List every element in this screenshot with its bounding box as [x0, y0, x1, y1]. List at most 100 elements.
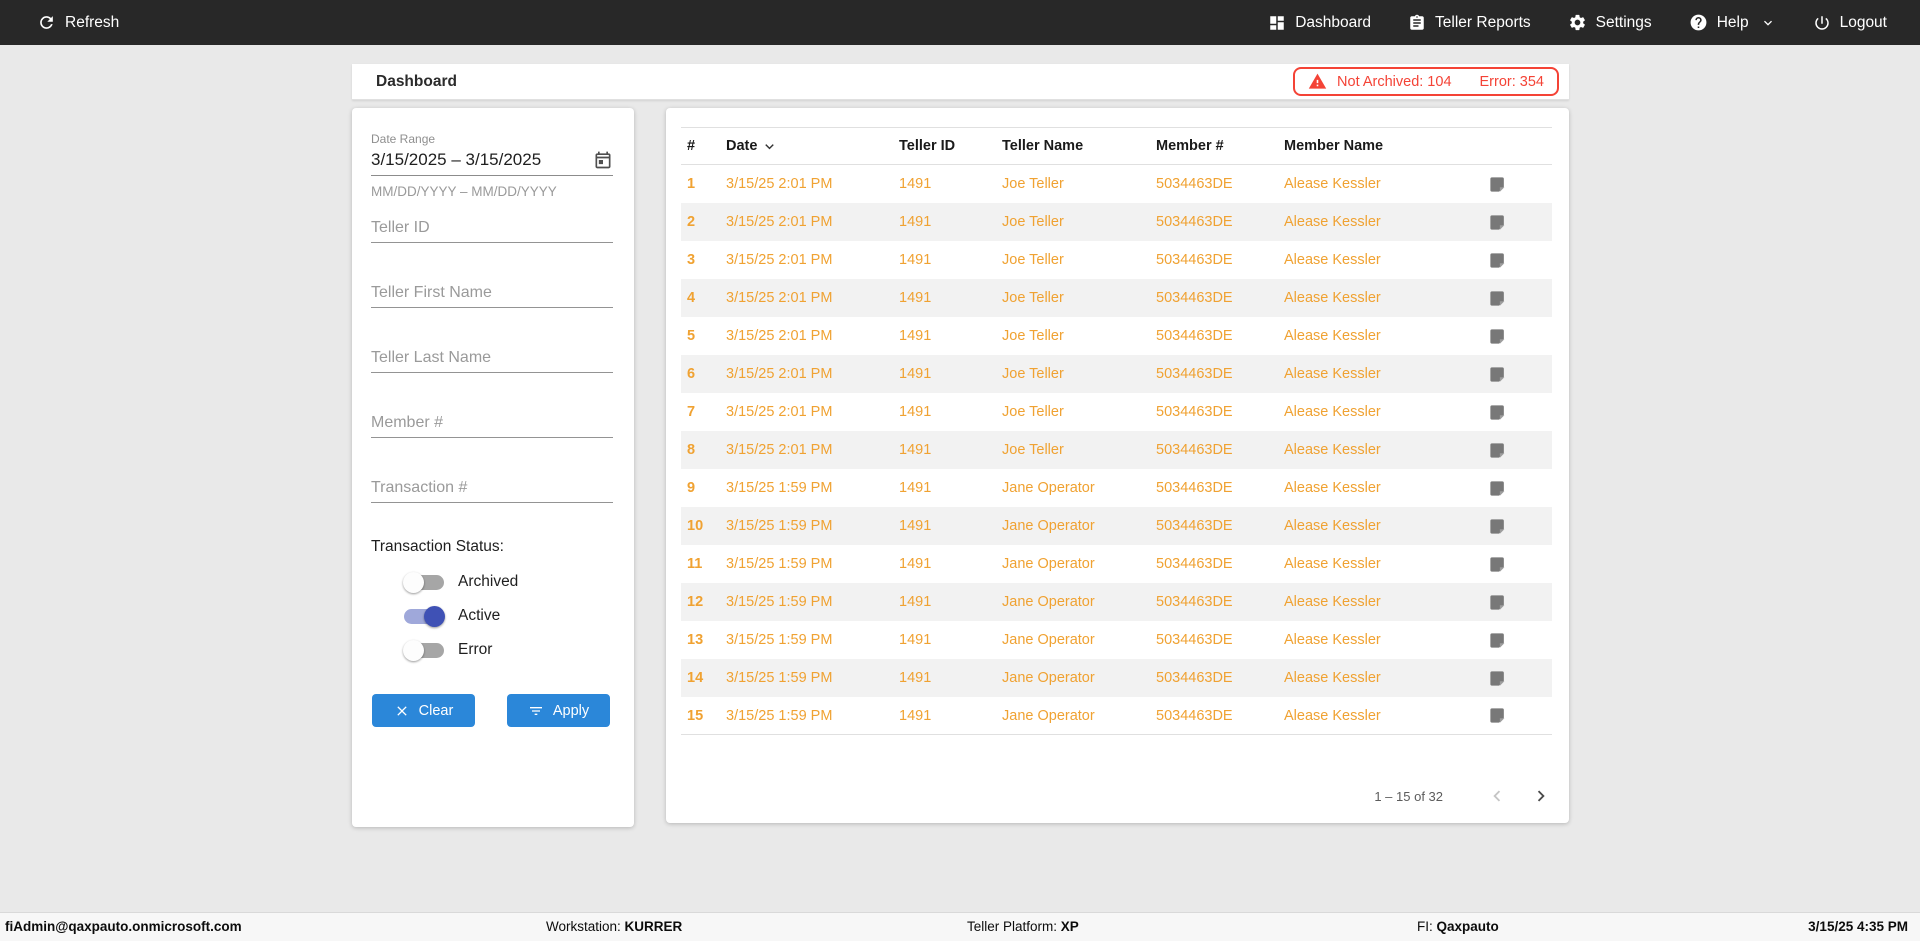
table-row[interactable]: 13 3/15/25 1:59 PM 1491 Jane Operator 50…: [681, 621, 1552, 659]
teller-id-field[interactable]: [371, 213, 613, 243]
error-toggle[interactable]: Error: [403, 637, 492, 663]
table-row[interactable]: 3 3/15/25 2:01 PM 1491 Joe Teller 503446…: [681, 241, 1552, 279]
row-teller-id: 1491: [899, 176, 932, 192]
note-icon[interactable]: [1488, 555, 1552, 574]
error-switch[interactable]: [403, 639, 444, 661]
clipboard-icon: [1408, 14, 1426, 32]
archived-switch[interactable]: [403, 571, 444, 593]
nav-item-settings[interactable]: Settings: [1568, 13, 1652, 32]
table-row[interactable]: 8 3/15/25 2:01 PM 1491 Joe Teller 503446…: [681, 431, 1552, 469]
row-member-name: Alease Kessler: [1284, 366, 1381, 382]
row-teller-name: Jane Operator: [1002, 632, 1095, 648]
pagination: 1 – 15 of 32: [1374, 783, 1553, 809]
row-member: 5034463DE: [1156, 594, 1233, 610]
row-teller-id: 1491: [899, 480, 932, 496]
row-number: 3: [687, 252, 696, 268]
row-number: 13: [687, 632, 704, 648]
row-date: 3/15/25 2:01 PM: [726, 328, 833, 344]
row-teller-id: 1491: [899, 518, 932, 534]
active-toggle[interactable]: Active: [404, 603, 500, 629]
row-number: 14: [687, 670, 704, 686]
teller-last-name-field[interactable]: [371, 343, 613, 373]
row-member-name: Alease Kessler: [1284, 404, 1381, 420]
note-icon[interactable]: [1488, 706, 1552, 725]
row-teller-name: Joe Teller: [1002, 366, 1064, 382]
note-icon[interactable]: [1488, 441, 1552, 460]
row-teller-id: 1491: [899, 670, 932, 686]
row-member: 5034463DE: [1156, 366, 1233, 382]
note-icon[interactable]: [1488, 403, 1552, 422]
row-member: 5034463DE: [1156, 176, 1233, 192]
note-icon[interactable]: [1488, 251, 1552, 270]
calendar-icon[interactable]: [593, 150, 613, 170]
table-row[interactable]: 2 3/15/25 2:01 PM 1491 Joe Teller 503446…: [681, 203, 1552, 241]
row-date: 3/15/25 2:01 PM: [726, 290, 833, 306]
column-header-num: #: [687, 138, 696, 154]
help-icon: [1689, 13, 1708, 32]
date-range-input[interactable]: [371, 150, 593, 170]
teller-first-name-field[interactable]: [371, 278, 613, 308]
row-teller-id: 1491: [899, 404, 932, 420]
nav-item-dashboard[interactable]: Dashboard: [1268, 14, 1371, 32]
row-teller-id: 1491: [899, 290, 932, 306]
table-row[interactable]: 1 3/15/25 2:01 PM 1491 Joe Teller 503446…: [681, 165, 1552, 203]
note-icon[interactable]: [1488, 669, 1552, 688]
table-row[interactable]: 9 3/15/25 1:59 PM 1491 Jane Operator 503…: [681, 469, 1552, 507]
row-number: 4: [687, 290, 696, 306]
row-member-name: Alease Kessler: [1284, 556, 1381, 572]
row-number: 8: [687, 442, 696, 458]
apply-button[interactable]: Apply: [507, 694, 610, 727]
row-teller-name: Joe Teller: [1002, 290, 1064, 306]
row-teller-name: Joe Teller: [1002, 252, 1064, 268]
page-title: Dashboard: [376, 72, 457, 90]
row-number: 1: [687, 176, 696, 192]
table-row[interactable]: 15 3/15/25 1:59 PM 1491 Jane Operator 50…: [681, 697, 1552, 735]
row-teller-name: Joe Teller: [1002, 442, 1064, 458]
previous-page-button[interactable]: [1485, 784, 1509, 808]
note-icon[interactable]: [1488, 479, 1552, 498]
table-row[interactable]: 12 3/15/25 1:59 PM 1491 Jane Operator 50…: [681, 583, 1552, 621]
next-page-button[interactable]: [1529, 784, 1553, 808]
transaction-number-field[interactable]: [371, 473, 613, 503]
row-member: 5034463DE: [1156, 214, 1233, 230]
table-row[interactable]: 5 3/15/25 2:01 PM 1491 Joe Teller 503446…: [681, 317, 1552, 355]
row-teller-id: 1491: [899, 328, 932, 344]
note-icon[interactable]: [1488, 289, 1552, 308]
note-icon[interactable]: [1488, 213, 1552, 232]
member-number-field[interactable]: [371, 408, 613, 438]
archived-toggle[interactable]: Archived: [403, 569, 518, 595]
row-number: 6: [687, 366, 696, 382]
row-teller-id: 1491: [899, 442, 932, 458]
nav-item-teller-reports[interactable]: Teller Reports: [1408, 14, 1531, 32]
note-icon[interactable]: [1488, 365, 1552, 384]
page-header: Dashboard Not Archived: 104 Error: 354: [352, 64, 1569, 100]
pagination-range: 1 – 15 of 32: [1374, 788, 1443, 804]
row-member-name: Alease Kessler: [1284, 252, 1381, 268]
table-row[interactable]: 7 3/15/25 2:01 PM 1491 Joe Teller 503446…: [681, 393, 1552, 431]
filter-panel: Date Range MM/DD/YYYY – MM/DD/YYYY Trans…: [352, 108, 634, 827]
table-row[interactable]: 10 3/15/25 1:59 PM 1491 Jane Operator 50…: [681, 507, 1552, 545]
active-switch[interactable]: [404, 605, 445, 627]
note-icon[interactable]: [1488, 593, 1552, 612]
row-date: 3/15/25 1:59 PM: [726, 632, 833, 648]
nav-item-help[interactable]: Help: [1689, 13, 1776, 32]
column-header-date[interactable]: Date: [720, 138, 893, 155]
nav-item-logout[interactable]: Logout: [1813, 14, 1887, 32]
transaction-status-label: Transaction Status:: [371, 538, 504, 555]
refresh-button[interactable]: Refresh: [0, 13, 119, 32]
table-row[interactable]: 11 3/15/25 1:59 PM 1491 Jane Operator 50…: [681, 545, 1552, 583]
table-row[interactable]: 4 3/15/25 2:01 PM 1491 Joe Teller 503446…: [681, 279, 1552, 317]
note-icon[interactable]: [1488, 517, 1552, 536]
status-bar: fiAdmin@qaxpauto.onmicrosoft.com Worksta…: [0, 912, 1920, 941]
row-date: 3/15/25 2:01 PM: [726, 404, 833, 420]
clear-button[interactable]: Clear: [372, 694, 475, 727]
row-number: 9: [687, 480, 696, 496]
table-row[interactable]: 14 3/15/25 1:59 PM 1491 Jane Operator 50…: [681, 659, 1552, 697]
column-header-member-name: Member Name: [1284, 138, 1384, 154]
row-teller-id: 1491: [899, 594, 932, 610]
note-icon[interactable]: [1488, 327, 1552, 346]
table-row[interactable]: 6 3/15/25 2:01 PM 1491 Joe Teller 503446…: [681, 355, 1552, 393]
note-icon[interactable]: [1488, 631, 1552, 650]
note-icon[interactable]: [1488, 175, 1552, 194]
row-date: 3/15/25 1:59 PM: [726, 670, 833, 686]
